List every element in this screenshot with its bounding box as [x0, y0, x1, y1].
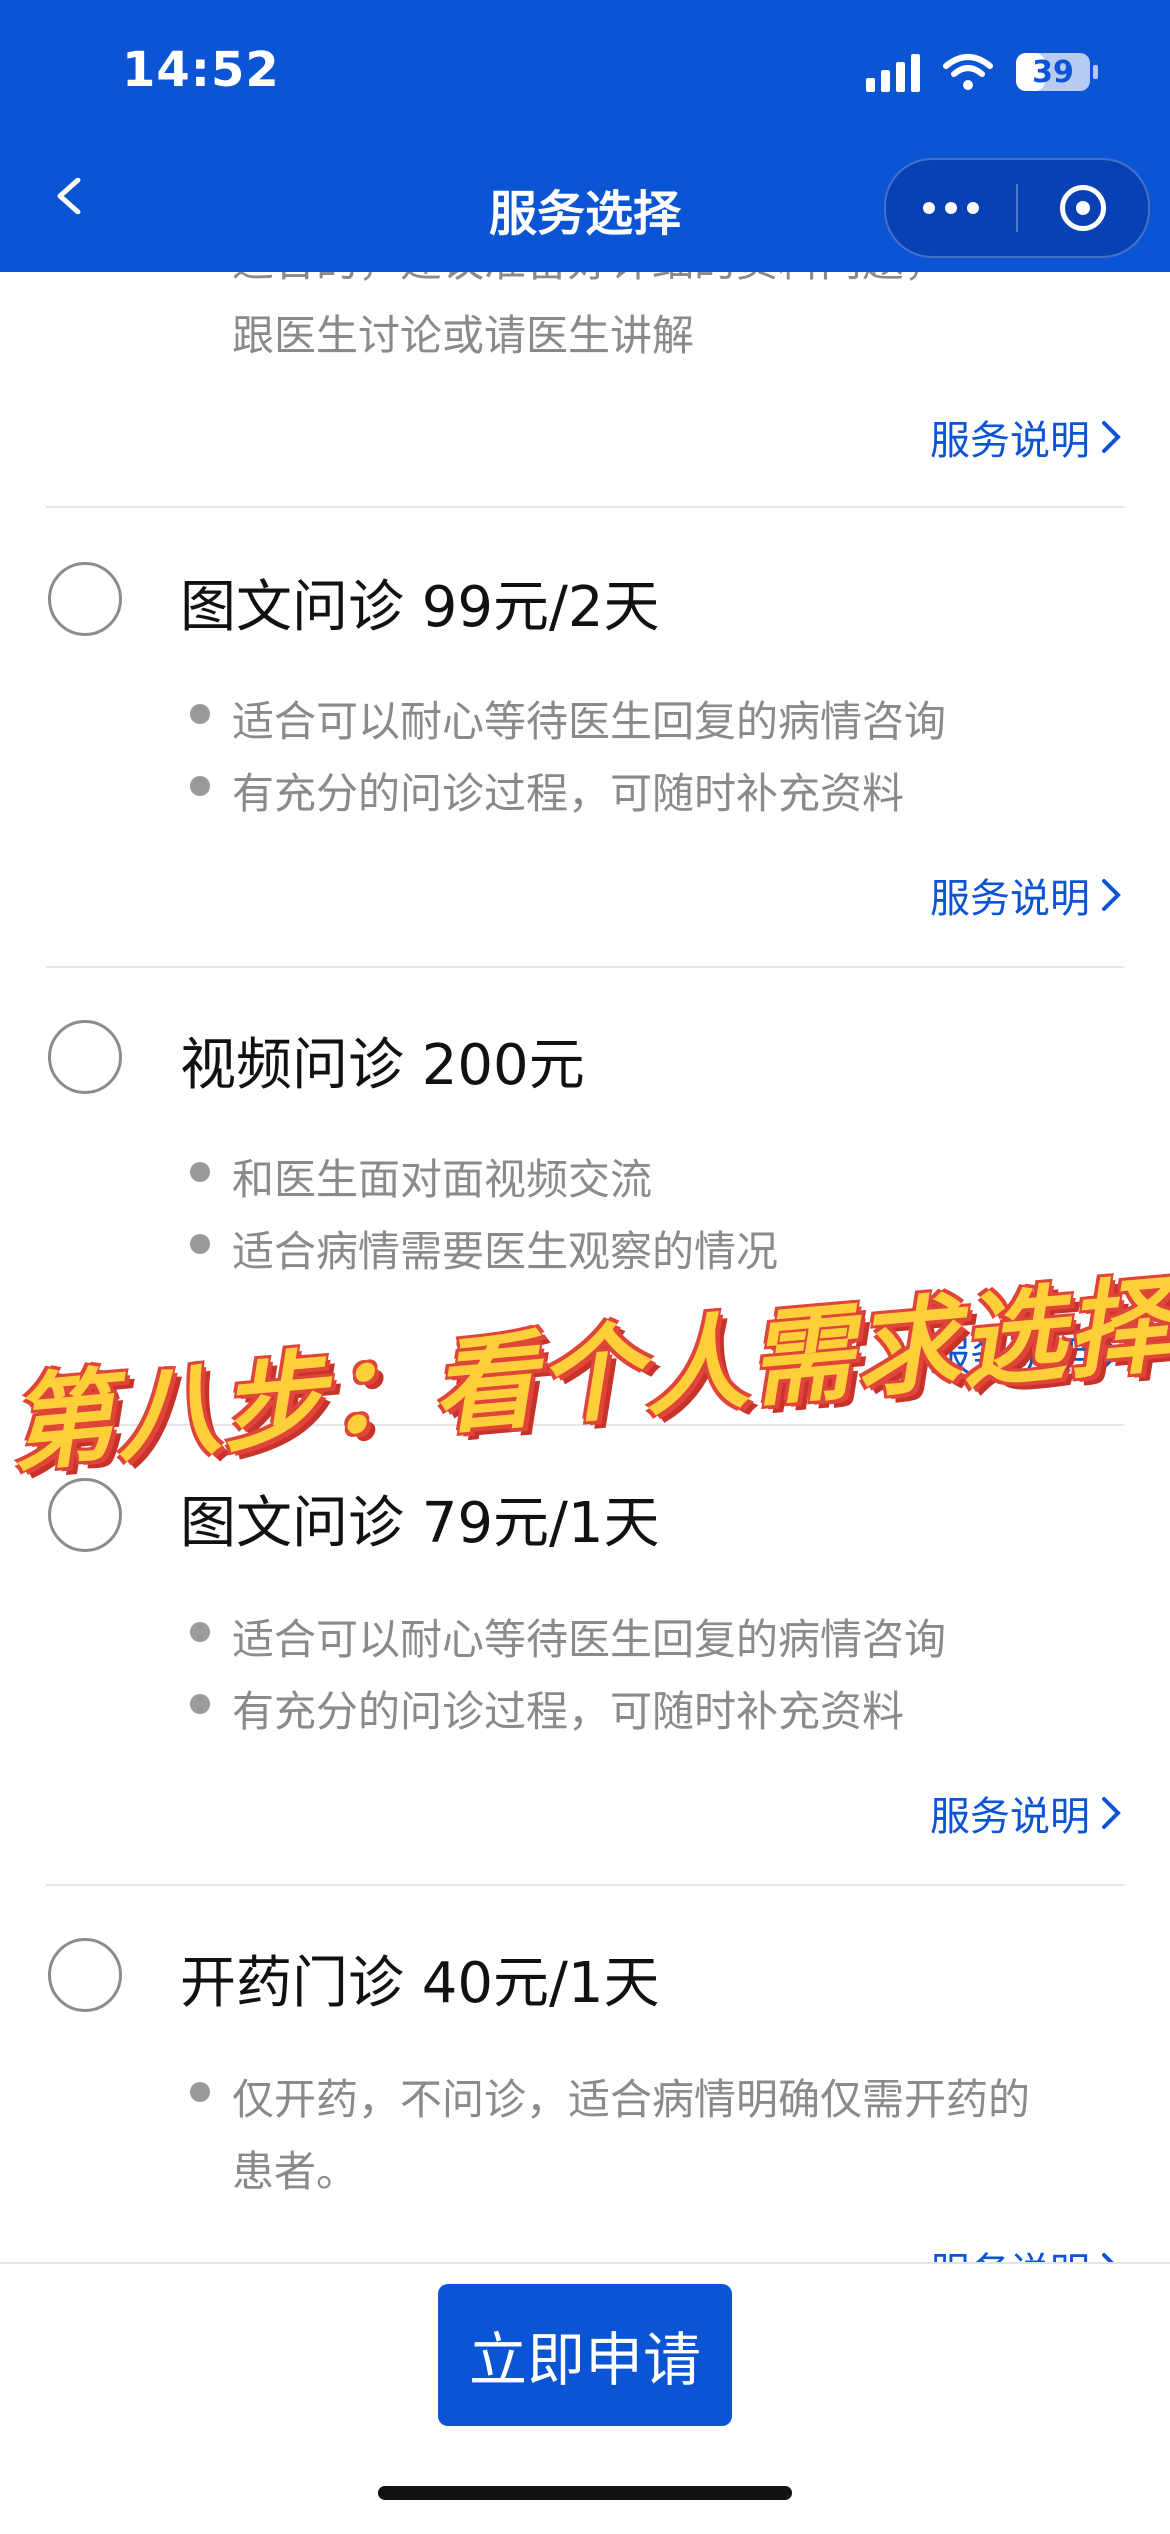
chevron-right-icon — [1102, 421, 1121, 453]
bullet-dot — [190, 1694, 210, 1714]
close-mini-program-icon[interactable] — [1018, 185, 1148, 231]
bullet-dot — [190, 1162, 210, 1182]
option-title[interactable]: 视频问诊 200元 — [180, 1020, 585, 1101]
bullet-dot — [190, 704, 210, 724]
option-title[interactable]: 图文问诊 99元/2天 — [180, 562, 660, 643]
option-radio[interactable] — [48, 1938, 122, 2012]
bullet-dot — [190, 1622, 210, 1642]
option-desc: 适合病情需要医生观察的情况 — [232, 1227, 779, 1276]
option-desc: 患者。 — [232, 2147, 359, 2196]
option-radio[interactable] — [48, 1020, 122, 1094]
divider — [46, 506, 1124, 508]
divider — [46, 1884, 1124, 1886]
battery-icon: 39 — [1016, 53, 1098, 91]
option-desc: 有充分的问诊过程，可随时补充资料 — [232, 1687, 905, 1736]
mini-program-capsule — [884, 158, 1150, 258]
top-header: 14:52 39 服务选择 — [0, 0, 1170, 272]
more-icon[interactable] — [886, 202, 1016, 214]
chevron-right-icon — [1102, 1797, 1121, 1829]
option-desc: 和医生面对面视频交流 — [232, 1155, 653, 1204]
bullet-dot — [190, 2082, 210, 2102]
battery-level: 39 — [1032, 54, 1074, 90]
option-title[interactable]: 图文问诊 79元/1天 — [180, 1478, 660, 1559]
option-desc: 适合可以耐心等待医生回复的病情咨询 — [232, 697, 947, 746]
signal-icon — [866, 52, 920, 92]
service-info-link[interactable]: 服务说明 — [930, 1784, 1124, 1842]
partial-desc-line: 跟医生讨论或请医生讲解 — [232, 311, 695, 360]
home-indicator[interactable] — [378, 2486, 792, 2500]
bullet-dot — [190, 776, 210, 796]
service-info-link[interactable]: 服务说明 — [930, 866, 1124, 924]
option-radio[interactable] — [48, 1478, 122, 1552]
apply-now-button[interactable]: 立即申请 — [438, 2284, 732, 2426]
wifi-icon — [943, 54, 993, 90]
option-title[interactable]: 开药门诊 40元/1天 — [180, 1938, 660, 2019]
option-desc: 仅开药，不问诊，适合病情明确仅需开药的 — [232, 2075, 1031, 2124]
option-radio[interactable] — [48, 562, 122, 636]
chevron-right-icon — [1102, 2253, 1114, 2262]
service-info-link[interactable]: 服务说明 — [930, 2240, 1124, 2262]
status-icons: 39 — [866, 52, 1098, 92]
partial-desc-line: 适合的，建议准备好详细的资料问题， — [232, 272, 946, 289]
divider — [46, 966, 1124, 968]
chevron-right-icon — [1102, 879, 1121, 911]
status-time: 14:52 — [122, 42, 280, 98]
option-desc: 有充分的问诊过程，可随时补充资料 — [232, 769, 905, 818]
bullet-dot — [190, 1234, 210, 1254]
option-desc: 适合可以耐心等待医生回复的病情咨询 — [232, 1615, 947, 1664]
service-info-link[interactable]: 服务说明 — [930, 408, 1124, 466]
